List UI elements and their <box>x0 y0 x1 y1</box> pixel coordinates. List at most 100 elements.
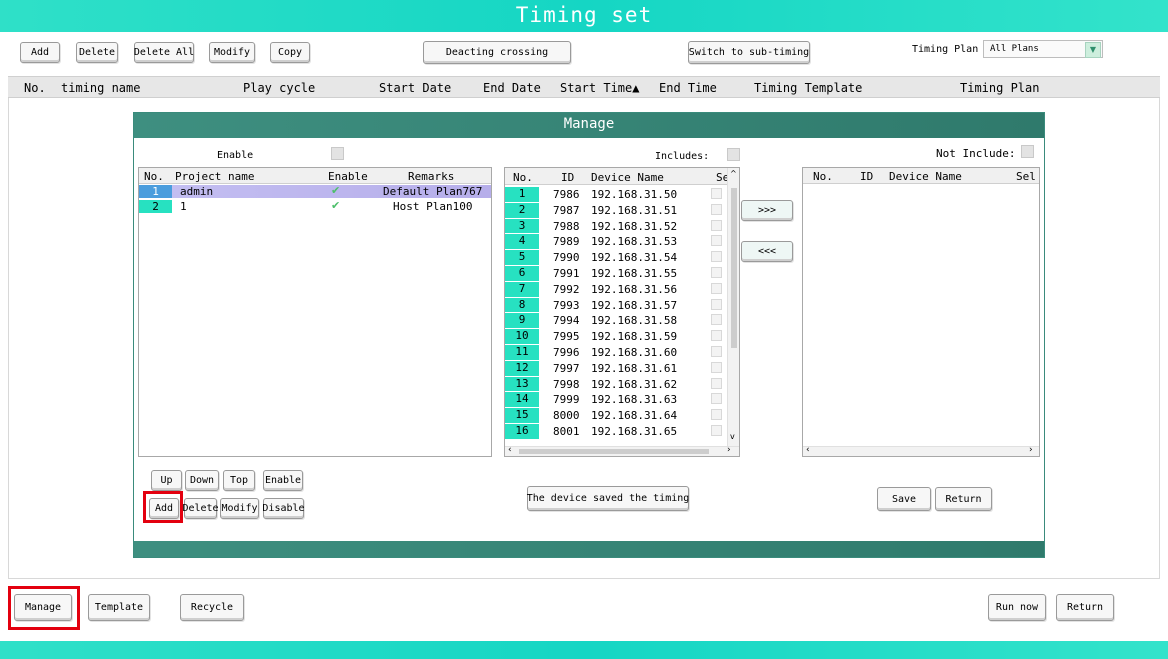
chevron-up-icon[interactable]: ^ <box>730 169 737 178</box>
device-row[interactable]: 1 7986 192.168.31.50 <box>505 187 727 202</box>
chevron-down-icon[interactable]: v <box>730 432 735 441</box>
chevron-right-icon[interactable]: › <box>727 445 731 455</box>
project-row[interactable]: 2 1 ✔ Host Plan100 <box>139 200 491 213</box>
project-row-remarks: Default Plan767 <box>383 185 483 198</box>
device-row-no: 9 <box>505 313 539 329</box>
device-row-select-checkbox[interactable] <box>711 314 722 326</box>
recycle-button[interactable]: Recycle <box>180 594 244 621</box>
enable-button[interactable]: Enable <box>263 470 303 491</box>
modify-button[interactable]: Modify <box>209 42 255 63</box>
device-row-id: 7997 <box>553 361 580 375</box>
project-row-no: 2 <box>139 200 172 213</box>
device-row[interactable]: 8 7993 192.168.31.57 <box>505 297 727 313</box>
chevron-left-icon[interactable]: ‹ <box>806 445 810 455</box>
device-row-select-checkbox[interactable] <box>711 203 722 215</box>
timing-plan-select[interactable]: All Plans ▼ <box>983 40 1103 58</box>
deacting-crossing-button[interactable]: Deacting crossing <box>423 41 571 64</box>
modify-project-button[interactable]: Modify <box>220 498 259 519</box>
device-row[interactable]: 15 8000 192.168.31.64 <box>505 408 727 423</box>
vertical-scrollbar[interactable]: ^ v <box>727 168 739 446</box>
device-row-select-checkbox[interactable] <box>711 393 722 405</box>
device-row-no: 16 <box>505 424 539 439</box>
chevron-right-icon[interactable]: › <box>1029 445 1033 455</box>
device-row[interactable]: 2 7987 192.168.31.51 <box>505 202 727 218</box>
title-bar: Timing set <box>0 0 1168 32</box>
device-row[interactable]: 14 7999 192.168.31.63 <box>505 392 727 408</box>
chevron-down-icon[interactable]: ▼ <box>1085 42 1101 58</box>
project-col-no: No. <box>144 170 164 183</box>
delete-button[interactable]: Delete <box>76 42 118 63</box>
up-button[interactable]: Up <box>151 470 182 491</box>
device-row-id: 8001 <box>553 425 580 438</box>
project-row[interactable]: 1 admin ✔ Default Plan767 <box>139 185 491 198</box>
device-row[interactable]: 7 7992 192.168.31.56 <box>505 281 727 297</box>
add-project-button[interactable]: Add <box>149 498 179 519</box>
device-row-name: 192.168.31.56 <box>591 282 678 296</box>
device-row[interactable]: 16 8001 192.168.31.65 <box>505 424 727 439</box>
device-row-select-checkbox[interactable] <box>711 409 722 421</box>
project-row-remarks: Host Plan100 <box>393 200 473 213</box>
device-row-no: 13 <box>505 376 539 392</box>
right-col-sel: Sel <box>1016 170 1036 183</box>
return-manage-button[interactable]: Return <box>935 487 992 511</box>
device-row-select-checkbox[interactable] <box>711 267 722 278</box>
device-row-select-checkbox[interactable] <box>711 235 722 247</box>
run-now-button[interactable]: Run now <box>988 594 1046 621</box>
not-include-checkbox[interactable] <box>1021 145 1034 158</box>
device-row-name: 192.168.31.50 <box>591 188 678 201</box>
disable-project-button[interactable]: Disable <box>262 498 305 519</box>
device-row[interactable]: 3 7988 192.168.31.52 <box>505 218 727 234</box>
includes-checkbox[interactable] <box>727 148 740 161</box>
delete-all-button[interactable]: Delete All <box>134 42 194 63</box>
switch-sub-timing-button[interactable]: Switch to sub-timing <box>688 41 810 64</box>
device-row-name: 192.168.31.60 <box>591 346 678 359</box>
horizontal-scrollbar[interactable]: ‹ › <box>803 445 1039 456</box>
copy-button[interactable]: Copy <box>270 42 310 63</box>
add-button[interactable]: Add <box>20 42 60 63</box>
move-left-button[interactable]: <<< <box>741 241 793 262</box>
device-row-select-checkbox[interactable] <box>711 219 722 231</box>
device-row[interactable]: 11 7996 192.168.31.60 <box>505 345 727 360</box>
top-button[interactable]: Top <box>223 470 255 491</box>
device-row-select-checkbox[interactable] <box>711 298 722 310</box>
scroll-thumb[interactable] <box>519 449 709 454</box>
main-table-header: No. timing name Play cycle Start Date En… <box>8 76 1160 98</box>
template-button[interactable]: Template <box>88 594 150 621</box>
device-row-id: 7987 <box>553 203 580 217</box>
device-row-select-checkbox[interactable] <box>711 377 722 389</box>
scroll-thumb[interactable] <box>731 188 737 348</box>
chevron-left-icon[interactable]: ‹ <box>508 445 512 455</box>
device-row[interactable]: 6 7991 192.168.31.55 <box>505 266 727 281</box>
device-row-name: 192.168.31.58 <box>591 314 678 328</box>
device-row-id: 7986 <box>553 188 580 201</box>
device-row-select-checkbox[interactable] <box>711 346 722 357</box>
device-row[interactable]: 12 7997 192.168.31.61 <box>505 360 727 376</box>
device-row-select-checkbox[interactable] <box>711 188 722 199</box>
device-row-id: 7993 <box>553 298 580 312</box>
horizontal-scrollbar[interactable]: ‹ › <box>505 445 739 456</box>
manage-button[interactable]: Manage <box>14 594 72 621</box>
device-row-select-checkbox[interactable] <box>711 251 722 263</box>
device-row[interactable]: 13 7998 192.168.31.62 <box>505 376 727 392</box>
device-row-select-checkbox[interactable] <box>711 282 722 294</box>
device-row-select-checkbox[interactable] <box>711 425 722 436</box>
manage-dialog: Manage Enable No. Project name Enable Re… <box>133 112 1045 558</box>
device-row-id: 7989 <box>553 235 580 249</box>
device-row[interactable]: 5 7990 192.168.31.54 <box>505 250 727 265</box>
return-button[interactable]: Return <box>1056 594 1114 621</box>
enable-checkbox[interactable] <box>331 147 344 160</box>
down-button[interactable]: Down <box>185 470 219 491</box>
device-row-name: 192.168.31.54 <box>591 251 678 265</box>
delete-project-button[interactable]: Delete <box>182 498 219 519</box>
col-timing-template: Timing Template <box>754 81 863 95</box>
device-row-no: 12 <box>505 360 539 376</box>
device-row-select-checkbox[interactable] <box>711 330 722 342</box>
device-row-select-checkbox[interactable] <box>711 361 722 373</box>
save-button[interactable]: Save <box>877 487 931 511</box>
device-row[interactable]: 4 7989 192.168.31.53 <box>505 234 727 250</box>
device-row[interactable]: 9 7994 192.168.31.58 <box>505 313 727 329</box>
project-row-name: admin <box>180 185 214 198</box>
device-saved-timing-button[interactable]: The device saved the timing <box>527 486 689 511</box>
device-row[interactable]: 10 7995 192.168.31.59 <box>505 329 727 344</box>
move-right-button[interactable]: >>> <box>741 200 793 221</box>
